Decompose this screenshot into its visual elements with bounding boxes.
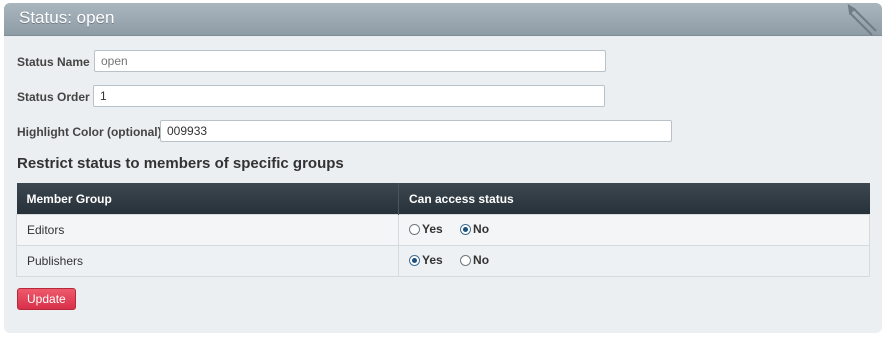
radio-label: No bbox=[473, 253, 490, 268]
highlight-color-input[interactable] bbox=[160, 120, 672, 142]
editors-no-radio[interactable]: No bbox=[460, 222, 489, 236]
panel-header: Status: open bbox=[4, 3, 882, 36]
groups-heading: Restrict status to members of specific g… bbox=[17, 155, 344, 172]
radio-label: Yes bbox=[422, 222, 443, 237]
radio-unchecked-icon bbox=[409, 223, 420, 235]
access-cell-editors: Yes No bbox=[398, 214, 870, 246]
status-name-input[interactable] bbox=[94, 50, 606, 72]
highlight-color-row: Highlight Color (optional) bbox=[17, 120, 697, 144]
status-name-row: Status Name bbox=[17, 50, 617, 74]
groups-table: Member Group Can access status Editors Y… bbox=[16, 183, 870, 277]
status-name-label: Status Name bbox=[17, 55, 90, 69]
column-header-member-group: Member Group bbox=[16, 183, 399, 215]
radio-label: No bbox=[473, 222, 490, 237]
highlight-color-label: Highlight Color (optional) bbox=[17, 125, 162, 139]
status-panel: Status: open Status Name Status Order Hi… bbox=[4, 3, 882, 333]
radio-label: Yes bbox=[422, 253, 443, 268]
update-button[interactable]: Update bbox=[17, 288, 76, 310]
table-row: Editors Yes No bbox=[16, 214, 870, 246]
group-name-publishers: Publishers bbox=[16, 245, 399, 277]
table-row: Publishers Yes No bbox=[16, 245, 870, 277]
pencil-icon bbox=[847, 4, 877, 36]
group-name-editors: Editors bbox=[16, 214, 399, 246]
status-order-input[interactable] bbox=[93, 85, 605, 107]
radio-checked-icon bbox=[460, 223, 472, 235]
access-cell-publishers: Yes No bbox=[398, 245, 870, 277]
radio-unchecked-icon bbox=[460, 254, 472, 266]
status-order-label: Status Order bbox=[17, 90, 90, 104]
status-order-row: Status Order bbox=[17, 85, 617, 109]
publishers-no-radio[interactable]: No bbox=[460, 253, 489, 267]
editors-yes-radio[interactable]: Yes bbox=[409, 222, 443, 236]
radio-checked-icon bbox=[409, 254, 420, 266]
panel-title: Status: open bbox=[19, 8, 115, 27]
table-header-row: Member Group Can access status bbox=[16, 183, 870, 215]
publishers-yes-radio[interactable]: Yes bbox=[409, 253, 443, 267]
column-header-can-access: Can access status bbox=[398, 183, 870, 215]
